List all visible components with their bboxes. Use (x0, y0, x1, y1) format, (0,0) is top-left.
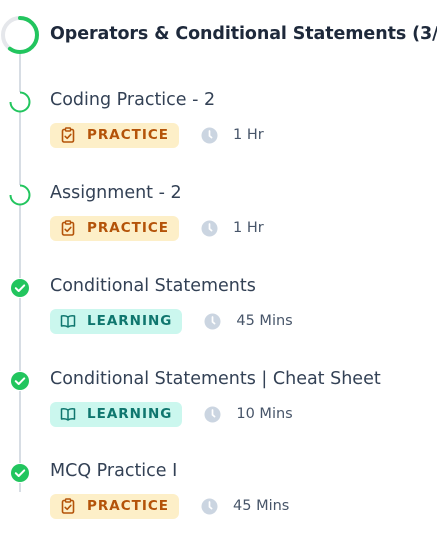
clipboard-icon (61, 220, 75, 236)
check-circle-icon (10, 278, 30, 298)
item-title[interactable]: Coding Practice - 2 (50, 90, 215, 110)
item-title[interactable]: Assignment - 2 (50, 183, 182, 203)
clipboard-icon (61, 498, 75, 514)
in-progress-icon (9, 184, 31, 206)
badge-label: LEARNING (87, 313, 173, 329)
item-title[interactable]: Conditional Statements (50, 276, 256, 296)
badge-label: PRACTICE (87, 220, 170, 236)
practice-badge: PRACTICE (50, 493, 180, 519)
list-item[interactable]: Conditional Statements | Cheat Sheet LEA… (0, 363, 437, 443)
clock-icon (201, 127, 218, 143)
item-meta: PRACTICE 1 Hr (50, 122, 264, 148)
duration-text: 45 Mins (236, 313, 293, 329)
clock-icon (204, 406, 221, 422)
clock-icon (204, 313, 221, 329)
duration-text: 10 Mins (236, 406, 293, 422)
learning-badge: LEARNING (50, 401, 183, 427)
item-meta: LEARNING 10 Mins (50, 401, 293, 427)
list-item[interactable]: Assignment - 2 PRACTICE 1 Hr (0, 177, 437, 257)
duration-text: 45 Mins (233, 498, 290, 514)
learning-badge: LEARNING (50, 308, 183, 334)
list-item[interactable]: Coding Practice - 2 PRACTICE 1 Hr (0, 84, 437, 164)
practice-badge: PRACTICE (50, 215, 180, 241)
practice-badge: PRACTICE (50, 122, 180, 148)
clipboard-icon (61, 127, 75, 143)
check-circle-icon (10, 463, 30, 483)
badge-label: PRACTICE (87, 498, 170, 514)
book-icon (60, 315, 76, 328)
item-title[interactable]: Conditional Statements | Cheat Sheet (50, 369, 381, 389)
badge-label: LEARNING (87, 406, 173, 422)
list-item[interactable]: Conditional Statements LEARNING 45 Mins (0, 270, 437, 350)
section-header[interactable]: Operators & Conditional Statements (3/5) (0, 14, 437, 58)
item-meta: LEARNING 45 Mins (50, 308, 293, 334)
clock-icon (201, 220, 218, 236)
in-progress-icon (9, 91, 31, 113)
list-item[interactable]: MCQ Practice I PRACTICE 45 Mins (0, 455, 437, 535)
item-meta: PRACTICE 45 Mins (50, 493, 289, 519)
duration-text: 1 Hr (233, 220, 264, 236)
progress-ring-icon (1, 16, 39, 54)
item-meta: PRACTICE 1 Hr (50, 215, 264, 241)
badge-label: PRACTICE (87, 127, 170, 143)
section-title: Operators & Conditional Statements (3/5) (50, 24, 437, 44)
duration-text: 1 Hr (233, 127, 264, 143)
book-icon (60, 408, 76, 421)
item-title[interactable]: MCQ Practice I (50, 461, 177, 481)
check-circle-icon (10, 371, 30, 391)
clock-icon (201, 498, 218, 514)
